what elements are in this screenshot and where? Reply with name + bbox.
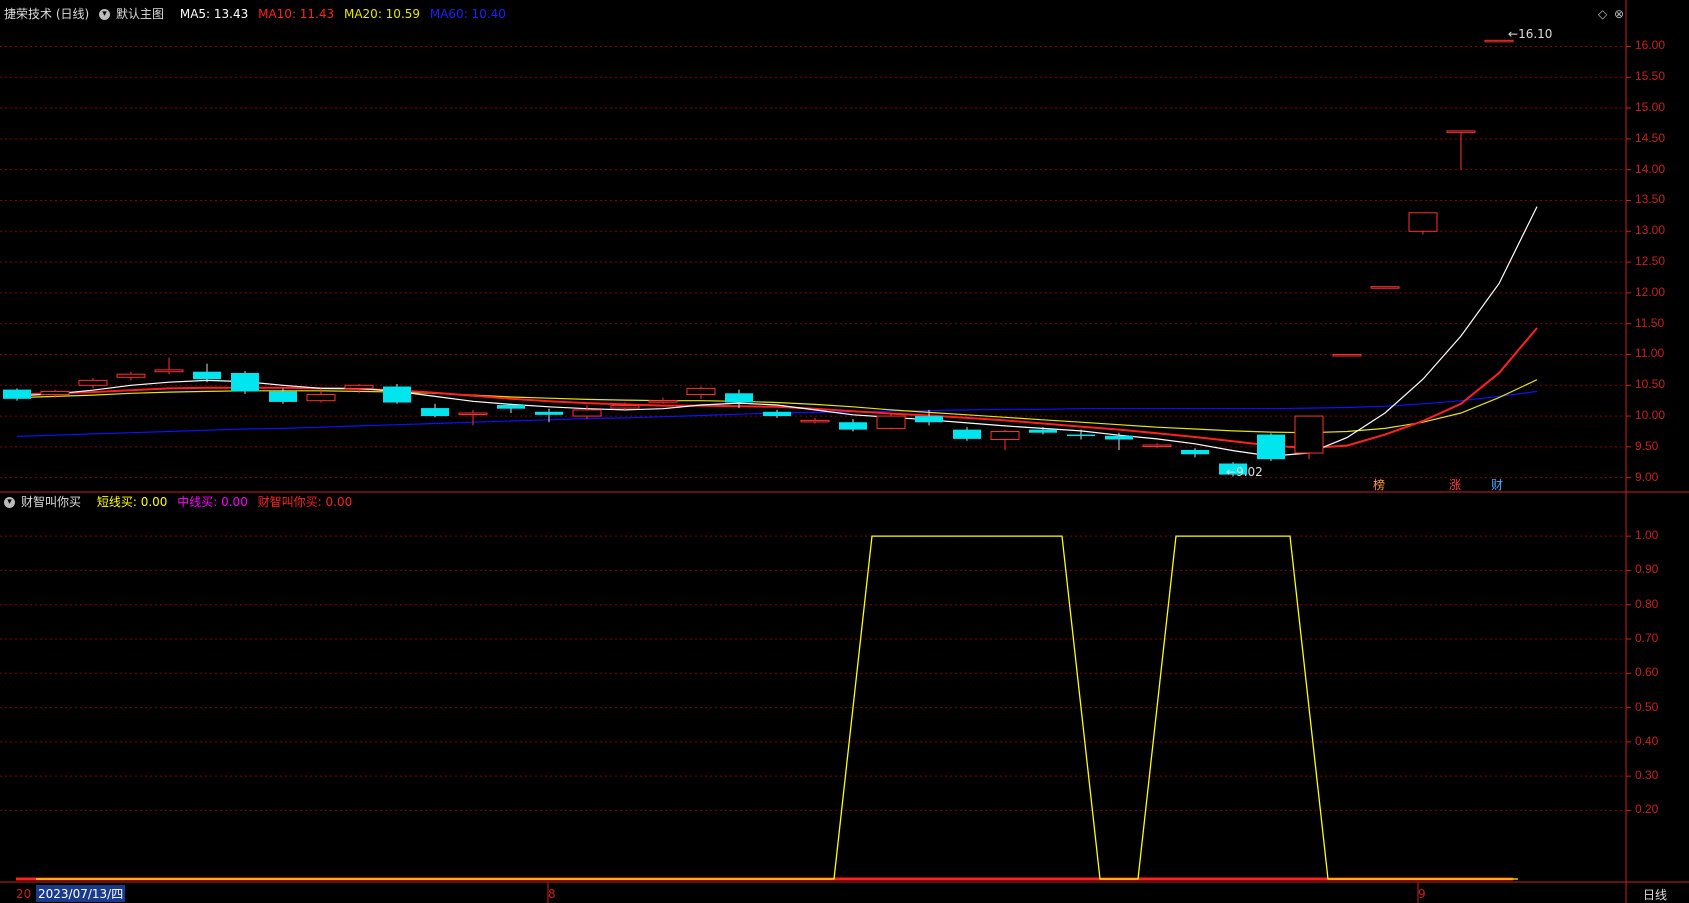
marker-cai[interactable]: 财 (1491, 476, 1503, 493)
indicator-header: ▾ 财智叫你买 短线买: 0.00 中线买: 0.00 财智叫你买: 0.00 (4, 494, 358, 510)
candle-body-up[interactable] (344, 384, 374, 389)
candle-body-down[interactable] (269, 391, 297, 402)
candle-body-up[interactable] (306, 394, 336, 402)
price-tick-label: 11.50 (1635, 315, 1665, 330)
candle-body-up[interactable] (1408, 212, 1438, 232)
price-tick-label: 9.50 (1635, 438, 1659, 453)
marker-zhang[interactable]: 涨 (1449, 476, 1461, 493)
price-tick-label: 14.00 (1635, 161, 1666, 176)
candle-body-up[interactable] (1446, 130, 1476, 133)
price-tick-label: 12.00 (1635, 284, 1666, 299)
indicator-tick-label: 0.20 (1635, 802, 1659, 817)
low-price-label: ←9.02 (1226, 465, 1263, 479)
candle-body-down[interactable] (421, 408, 449, 417)
price-tick-label: 13.50 (1635, 192, 1666, 207)
price-tick-label: 15.00 (1635, 100, 1666, 115)
call-buy-label: 财智叫你买: 0.00 (257, 495, 353, 509)
ma20-label: MA20: 10.59 (343, 7, 421, 21)
candle-body-up[interactable] (458, 412, 488, 415)
candle-body-up[interactable] (1294, 415, 1324, 454)
price-tick-label: 10.50 (1635, 377, 1666, 392)
candle-body-down[interactable] (1105, 435, 1133, 440)
candle-body-down[interactable] (1181, 449, 1209, 455)
candle-body-down[interactable] (839, 422, 867, 430)
price-chart[interactable] (0, 0, 1689, 903)
candle-body-up[interactable] (800, 419, 830, 423)
candle-body-down[interactable] (953, 429, 981, 439)
candle-body-up[interactable] (116, 373, 146, 378)
candle-body-up[interactable] (1332, 353, 1362, 357)
candle-body-up[interactable] (1370, 286, 1400, 289)
price-tick-label: 16.00 (1635, 38, 1666, 53)
candle-body-down[interactable] (1257, 434, 1285, 460)
indicator-tick-label: 0.40 (1635, 733, 1659, 748)
low-price-value: 9.02 (1236, 465, 1263, 479)
candle-body-up[interactable] (154, 369, 184, 373)
candle-body-down[interactable] (231, 372, 259, 392)
candle-body-down[interactable] (725, 393, 753, 403)
candle-body-up[interactable] (40, 390, 70, 396)
time-axis-month-9: 9 (1418, 887, 1426, 901)
indicator-tick-label: 1.00 (1635, 528, 1659, 543)
cursor-date: 2023/07/13/四 (36, 885, 126, 902)
template-label: 默认主图 (116, 7, 165, 21)
short-buy-label: 短线买: 0.00 (96, 495, 168, 509)
indicator-tick-label: 0.80 (1635, 596, 1659, 611)
candle-body-down[interactable] (1029, 429, 1057, 433)
candle-body-up[interactable] (990, 430, 1020, 440)
candle-body-up[interactable] (78, 379, 108, 386)
high-price-value: 16.10 (1518, 27, 1553, 41)
main-chart-header: 捷荣技术 (日线) ▾ 默认主图 MA5: 13.43 MA10: 11.43 M… (4, 6, 512, 22)
ma5-label: MA5: 13.43 (179, 7, 249, 21)
price-tick-label: 12.50 (1635, 254, 1666, 269)
chevron-down-icon: ▾ (99, 9, 111, 20)
price-tick-label: 9.00 (1635, 469, 1659, 484)
candle-body-down[interactable] (763, 411, 791, 417)
stock-name[interactable]: 捷荣技术 (日线) (4, 7, 89, 21)
template-selector[interactable]: ▾ 默认主图 (99, 7, 170, 21)
candle-body-down[interactable] (535, 411, 563, 415)
price-tick-label: 11.00 (1635, 346, 1665, 361)
candle-body-down[interactable] (3, 389, 31, 399)
indicator-tick-label: 0.70 (1635, 631, 1659, 645)
candle-body-up[interactable] (876, 415, 906, 429)
time-axis-month-8: 8 (548, 887, 556, 901)
candle-body-up[interactable] (686, 387, 716, 396)
stock-chart-window: 捷荣技术 (日线) ▾ 默认主图 MA5: 13.43 MA10: 11.43 M… (0, 0, 1689, 903)
candle-body-up[interactable] (610, 405, 640, 409)
mid-buy-label: 中线买: 0.00 (177, 495, 248, 509)
candle-body-down[interactable] (1067, 434, 1095, 437)
indicator-name: 财智叫你买 (21, 495, 82, 509)
close-icon[interactable]: ⊗ (1614, 7, 1624, 21)
indicator-tick-label: 0.60 (1635, 665, 1659, 680)
candle-body-up[interactable] (1142, 444, 1172, 448)
indicator-tick-label: 0.50 (1635, 699, 1659, 714)
period-button[interactable]: 日线 (1643, 886, 1667, 903)
time-axis-left: 20 (16, 887, 32, 901)
candle-body-down[interactable] (193, 371, 221, 380)
ma60-label: MA60: 10.40 (429, 7, 506, 21)
price-tick-label: 14.50 (1635, 130, 1666, 145)
candle-body-down[interactable] (915, 416, 943, 423)
price-tick-label: 15.50 (1635, 69, 1666, 84)
indicator-tick-label: 0.90 (1635, 562, 1659, 577)
price-tick-label: 10.00 (1635, 408, 1666, 423)
high-price-label: ←16.10 (1508, 27, 1553, 41)
marker-bang[interactable]: 榜 (1373, 476, 1385, 493)
candle-body-up[interactable] (648, 400, 678, 403)
candle-body-down[interactable] (383, 386, 411, 403)
chevron-down-icon: ▾ (4, 497, 15, 508)
price-tick-label: 13.00 (1635, 223, 1666, 238)
indicator-tick-label: 0.30 (1635, 768, 1659, 783)
ma10-label: MA10: 11.43 (258, 7, 335, 21)
chart-background (0, 0, 1689, 903)
indicator-selector[interactable]: ▾ 财智叫你买 (4, 495, 87, 509)
candle-body-up[interactable] (572, 409, 602, 417)
diamond-icon[interactable]: ◇ (1598, 7, 1607, 21)
candle-body-down[interactable] (497, 404, 525, 409)
